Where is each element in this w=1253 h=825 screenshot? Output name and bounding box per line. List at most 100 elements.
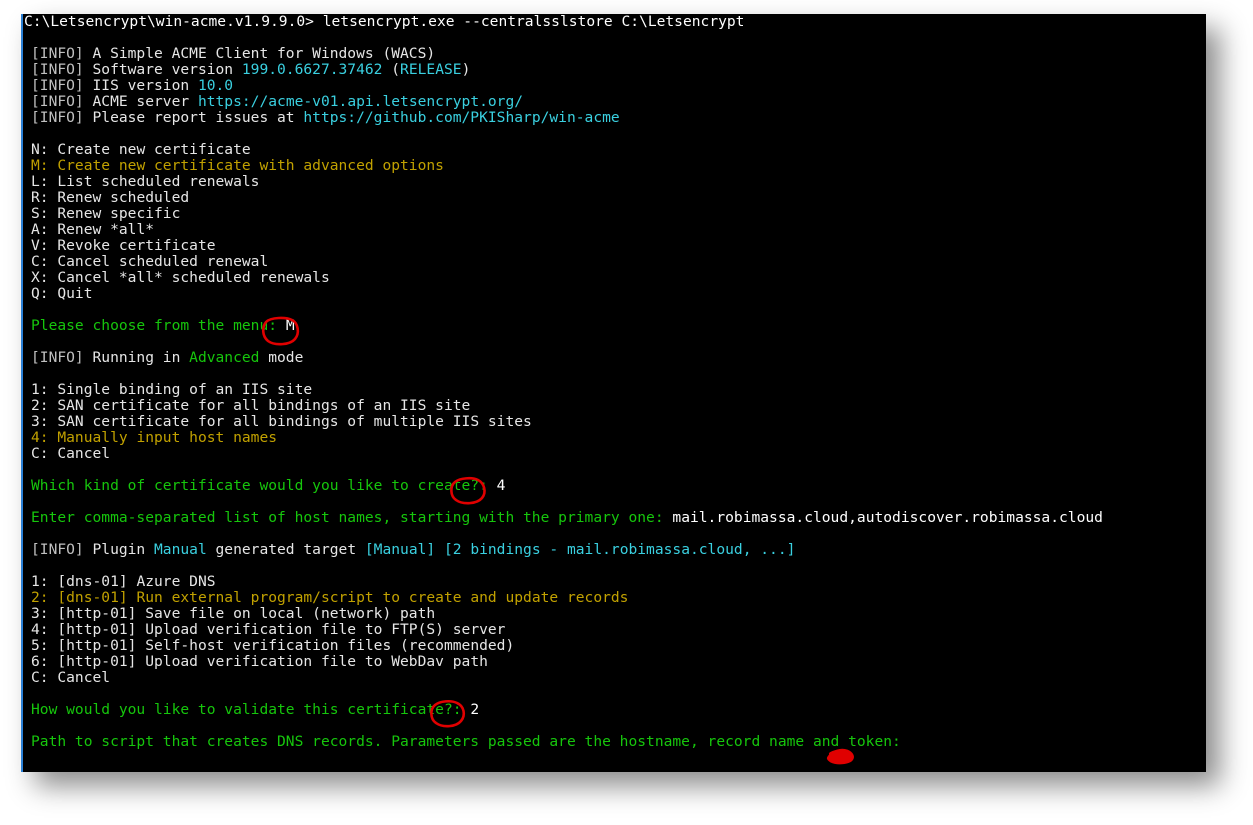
menu-item-new-certificate[interactable]: N: Create new certificate — [23, 142, 1206, 158]
menu-item-renew-specific[interactable]: S: Renew specific — [23, 206, 1206, 222]
cert-type-item-cancel[interactable]: C: Cancel — [23, 446, 1206, 462]
menu-label: Renew specific — [48, 205, 181, 222]
menu-label: Cancel — [48, 445, 111, 462]
script-path-prompt: Path to script that creates DNS records.… — [31, 733, 910, 750]
cert-type-answer[interactable]: 4 — [497, 477, 506, 494]
validation-prompt-row: How would you like to validate this cert… — [23, 702, 1206, 718]
menu-key: M: — [31, 157, 49, 174]
menu-label: [dns-01] Run external program/script to … — [48, 589, 629, 606]
menu-key: 1: — [31, 573, 49, 590]
menu-item-renew-scheduled[interactable]: R: Renew scheduled — [23, 190, 1206, 206]
validation-item-upload-webdav[interactable]: 6: [http-01] Upload verification file to… — [23, 654, 1206, 670]
plugin-target-summary: [Manual] [2 bindings - mail.robimassa.cl… — [364, 541, 796, 558]
validation-item-azure-dns[interactable]: 1: [dns-01] Azure DNS — [23, 574, 1206, 590]
menu-key: 2: — [31, 589, 49, 606]
validation-item-save-file-local[interactable]: 3: [http-01] Save file on local (network… — [23, 606, 1206, 622]
software-version-value: 199.0.6627.37462 — [241, 61, 383, 78]
menu-item-new-certificate-advanced[interactable]: M: Create new certificate with advanced … — [23, 158, 1206, 174]
menu-key: 5: — [31, 637, 49, 654]
cert-type-item-manual-host-names[interactable]: 4: Manually input host names — [23, 430, 1206, 446]
menu-item-cancel-renewal[interactable]: C: Cancel scheduled renewal — [23, 254, 1206, 270]
menu-item-list-renewals[interactable]: L: List scheduled renewals — [23, 174, 1206, 190]
info-tag: [INFO] — [31, 541, 84, 558]
hostnames-prompt: Enter comma-separated list of host names… — [31, 509, 673, 526]
info-line-wacs: [INFO] A Simple ACME Client for Windows … — [23, 46, 1206, 62]
menu-label: Renew scheduled — [48, 189, 190, 206]
validation-item-external-script[interactable]: 2: [dns-01] Run external program/script … — [23, 590, 1206, 606]
menu-key: C: — [31, 445, 49, 462]
menu-label: Cancel *all* scheduled renewals — [48, 269, 330, 286]
info-text: IIS version — [83, 77, 198, 94]
info-line-iis-version: [INFO] IIS version 10.0 — [23, 78, 1206, 94]
menu-item-revoke-certificate[interactable]: V: Revoke certificate — [23, 238, 1206, 254]
validation-answer[interactable]: 2 — [470, 701, 479, 718]
info-tag: [INFO] — [31, 61, 84, 78]
menu-label: Cancel — [48, 669, 111, 686]
menu-label: Create new certificate with advanced opt… — [48, 157, 444, 174]
cert-type-item-san-single-site[interactable]: 2: SAN certificate for all bindings of a… — [23, 398, 1206, 414]
cert-type-item-single-binding[interactable]: 1: Single binding of an IIS site — [23, 382, 1206, 398]
info-line-software-version: [INFO] Software version 199.0.6627.37462… — [23, 62, 1206, 78]
console-window[interactable]: C:\Letsencrypt\win-acme.v1.9.9.0> letsen… — [21, 14, 1206, 772]
info-text-middle: generated target — [206, 541, 365, 558]
validation-item-self-host[interactable]: 5: [http-01] Self-host verification file… — [23, 638, 1206, 654]
menu-key: Q: — [31, 285, 49, 302]
info-tag: [INFO] — [31, 45, 84, 62]
menu-key: R: — [31, 189, 49, 206]
acme-server-url[interactable]: https://acme-v01.api.letsencrypt.org/ — [198, 93, 523, 110]
cert-type-item-san-multiple-sites[interactable]: 3: SAN certificate for all bindings of m… — [23, 414, 1206, 430]
menu-key: 3: — [31, 605, 49, 622]
advanced-mode-highlight: Advanced — [189, 349, 260, 366]
menu-label: SAN certificate for all bindings of mult… — [48, 413, 532, 430]
menu-key: S: — [31, 205, 49, 222]
info-tag: [INFO] — [31, 109, 84, 126]
info-tag: [INFO] — [31, 93, 84, 110]
menu-item-renew-all[interactable]: A: Renew *all* — [23, 222, 1206, 238]
menu-key: 6: — [31, 653, 49, 670]
menu-label: [http-01] Self-host verification files (… — [48, 637, 515, 654]
menu-key: A: — [31, 221, 49, 238]
hostnames-prompt-row: Enter comma-separated list of host names… — [23, 510, 1206, 526]
release-tag: RELEASE — [400, 61, 462, 78]
cert-type-prompt: Which kind of certificate would you like… — [31, 477, 497, 494]
menu-label: Renew *all* — [48, 221, 155, 238]
github-url[interactable]: https://github.com/PKISharp/win-acme — [303, 109, 619, 126]
validation-item-upload-ftp[interactable]: 4: [http-01] Upload verification file to… — [23, 622, 1206, 638]
menu-item-quit[interactable]: Q: Quit — [23, 286, 1206, 302]
info-line-acme-server: [INFO] ACME server https://acme-v01.api.… — [23, 94, 1206, 110]
script-path-prompt-row: Path to script that creates DNS records.… — [23, 734, 1206, 750]
menu-label: Quit — [48, 285, 93, 302]
validation-prompt: How would you like to validate this cert… — [31, 701, 471, 718]
menu-label: SAN certificate for all bindings of an I… — [48, 397, 471, 414]
info-text: Plugin — [83, 541, 155, 558]
menu-label: Single binding of an IIS site — [48, 381, 313, 398]
prompt-command-line: C:\Letsencrypt\win-acme.v1.9.9.0> letsen… — [24, 14, 745, 30]
info-text: Running in — [83, 349, 190, 366]
menu-label: List scheduled renewals — [48, 173, 260, 190]
menu-key: 3: — [31, 413, 49, 430]
menu-key: 4: — [31, 429, 49, 446]
menu-choice-answer[interactable]: M — [286, 317, 295, 334]
info-text: Software version — [83, 61, 242, 78]
menu-label: Create new certificate — [48, 141, 251, 158]
paren-close: ) — [461, 61, 471, 78]
menu-label: Manually input host names — [48, 429, 278, 446]
console-output: C:\Letsencrypt\win-acme.v1.9.9.0> letsen… — [23, 14, 1206, 750]
info-line-advanced-mode: [INFO] Running in Advanced mode — [23, 350, 1206, 366]
screenshot-root: C:\Letsencrypt\win-acme.v1.9.9.0> letsen… — [0, 0, 1253, 825]
menu-item-cancel-all-renewals[interactable]: X: Cancel *all* scheduled renewals — [23, 270, 1206, 286]
info-text-end: mode — [259, 349, 304, 366]
menu-key: C: — [31, 669, 49, 686]
menu-label: [dns-01] Azure DNS — [48, 573, 216, 590]
hostnames-answer[interactable]: mail.robimassa.cloud,autodiscover.robima… — [672, 509, 1103, 526]
validation-item-cancel[interactable]: C: Cancel — [23, 670, 1206, 686]
